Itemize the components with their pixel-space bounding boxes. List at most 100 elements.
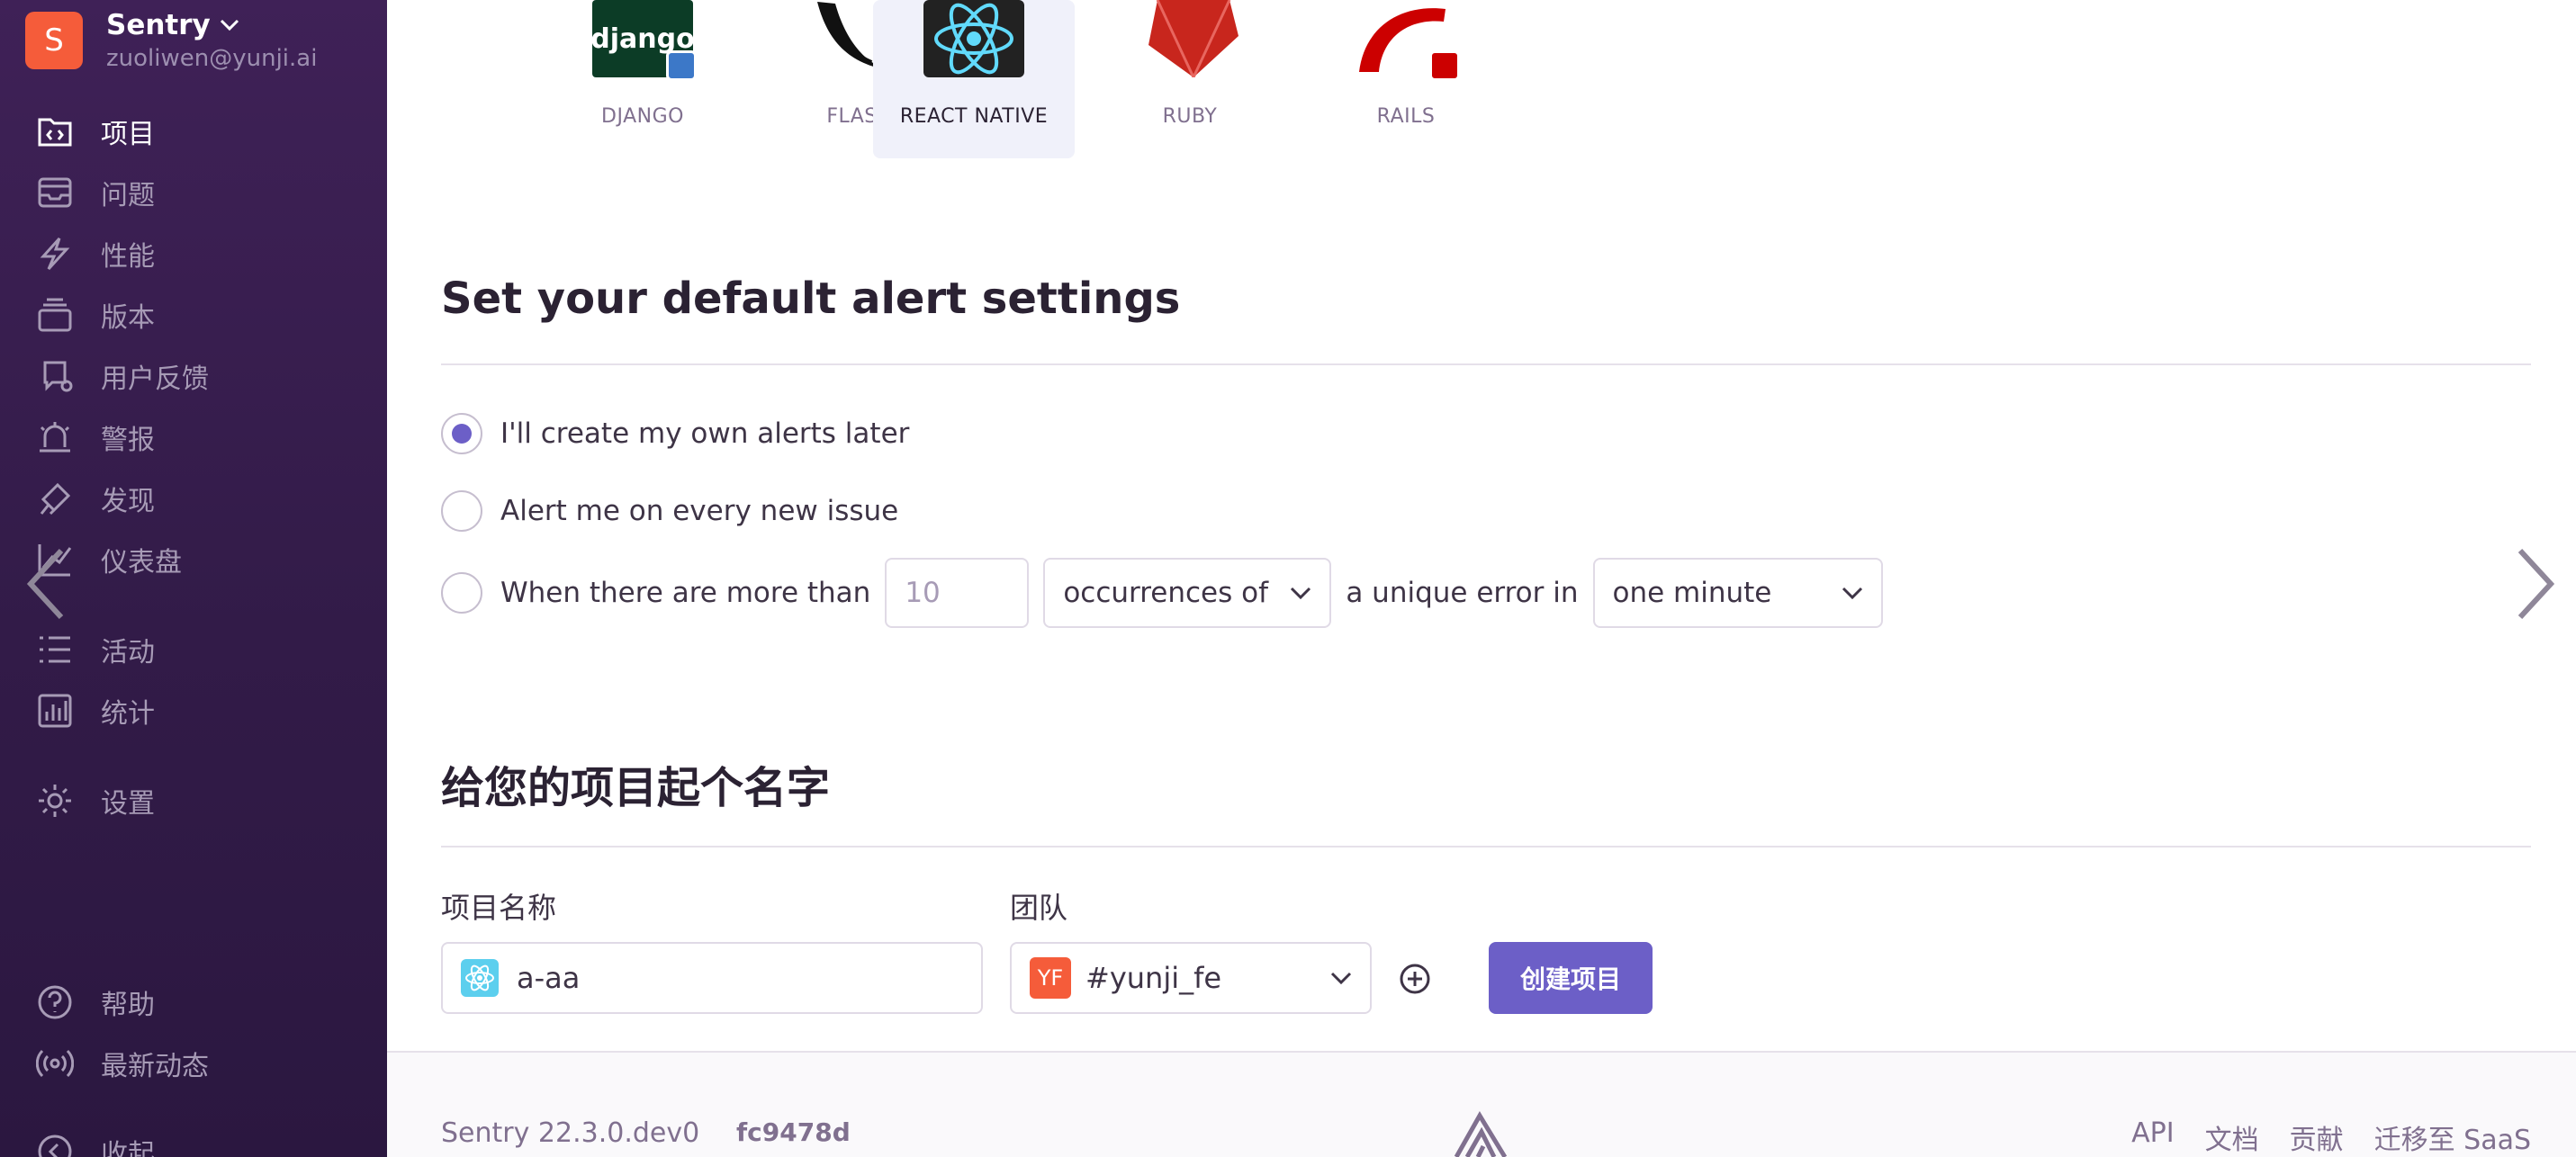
sidebar-item-help[interactable]: 帮助 bbox=[34, 977, 155, 1027]
chevron-left-icon[interactable] bbox=[20, 543, 74, 624]
alert-option-label: When there are more than bbox=[500, 577, 871, 609]
collapse-icon bbox=[34, 1131, 76, 1157]
metric-select[interactable]: occurrences of bbox=[1043, 558, 1332, 628]
sidebar-item-label: 设置 bbox=[101, 788, 155, 820]
footer-link-migrate[interactable]: 迁移至 SaaS bbox=[2374, 1117, 2531, 1157]
ruby-logo bbox=[1139, 0, 1240, 78]
team-select[interactable]: YF #yunji_fe bbox=[1010, 942, 1372, 1014]
sidebar-item-whats-new[interactable]: 最新动态 bbox=[34, 1038, 209, 1089]
projects-icon bbox=[34, 111, 76, 152]
chevron-down-icon bbox=[1330, 972, 1352, 984]
team-select-value: #yunji_fe bbox=[1085, 961, 1222, 995]
footer-version: Sentry 22.3.0.dev0 bbox=[441, 1117, 700, 1149]
project-name-value: a-aa bbox=[517, 961, 581, 995]
threshold-input[interactable]: 10 bbox=[885, 558, 1030, 628]
sentry-logo-icon bbox=[1454, 1111, 1508, 1157]
footer-hash[interactable]: fc9478d bbox=[736, 1117, 851, 1147]
team-avatar: YF bbox=[1030, 957, 1071, 999]
divider bbox=[441, 363, 2531, 365]
sidebar-item-label: 收起 bbox=[101, 1139, 155, 1157]
platform-label: RUBY bbox=[1162, 105, 1218, 128]
sidebar-item-label: 最新动态 bbox=[101, 1051, 209, 1082]
sidebar-item-releases[interactable]: 版本 bbox=[34, 290, 155, 340]
chevron-down-icon bbox=[1842, 587, 1862, 599]
sidebar-item-label: 项目 bbox=[101, 119, 155, 150]
platform-ruby[interactable]: RUBY bbox=[1089, 0, 1291, 158]
sidebar-item-label: 警报 bbox=[101, 425, 155, 456]
alert-option-label: Alert me on every new issue bbox=[500, 495, 899, 527]
sidebar-item-label: 活动 bbox=[101, 637, 155, 668]
rails-logo bbox=[1356, 0, 1460, 81]
sidebar-item-label: 问题 bbox=[101, 180, 155, 211]
footer-links: API 文档 贡献 迁移至 SaaS bbox=[2101, 1117, 2531, 1157]
performance-icon bbox=[34, 233, 76, 274]
platform-label: RAILS bbox=[1376, 105, 1436, 128]
settings-icon bbox=[34, 780, 76, 821]
sidebar-item-issues[interactable]: 问题 bbox=[34, 167, 155, 218]
alert-settings-title: Set your default alert settings bbox=[441, 274, 1181, 324]
add-team-icon[interactable] bbox=[1399, 963, 1431, 995]
project-name-title: 给您的项目起个名字 bbox=[441, 763, 831, 813]
alert-option-later[interactable]: I'll create my own alerts later bbox=[441, 413, 909, 454]
chevron-down-icon bbox=[220, 19, 239, 31]
react-icon bbox=[461, 959, 499, 997]
help-icon bbox=[34, 982, 76, 1023]
interval-select[interactable]: one minute bbox=[1592, 558, 1883, 628]
org-name: Sentry bbox=[106, 9, 211, 41]
alert-option-every-issue[interactable]: Alert me on every new issue bbox=[441, 490, 898, 532]
radio-button[interactable] bbox=[441, 572, 482, 614]
rails-badge-icon bbox=[1429, 50, 1460, 81]
create-project-button[interactable]: 创建项目 bbox=[1489, 942, 1653, 1014]
org-switcher[interactable]: S Sentry zuoliwen@yunji.ai bbox=[25, 9, 317, 72]
issues-icon bbox=[34, 172, 76, 213]
sidebar-item-alerts[interactable]: 警报 bbox=[34, 412, 155, 462]
sidebar-item-stats[interactable]: 统计 bbox=[34, 686, 155, 736]
user-feedback-icon bbox=[34, 355, 76, 397]
sidebar-item-activity[interactable]: 活动 bbox=[34, 624, 155, 675]
sidebar-item-label: 统计 bbox=[101, 698, 155, 730]
sidebar-item-label: 发现 bbox=[101, 486, 155, 517]
org-avatar: S bbox=[25, 12, 83, 69]
platform-react-native[interactable]: REACT NATIVE bbox=[873, 0, 1075, 158]
sidebar-item-label: 用户反馈 bbox=[101, 363, 209, 395]
sidebar-item-settings[interactable]: 设置 bbox=[34, 776, 155, 826]
platform-label: REACT NATIVE bbox=[899, 105, 1049, 128]
sidebar-item-label: 仪表盘 bbox=[101, 547, 182, 578]
releases-icon bbox=[34, 294, 76, 336]
sidebar-item-label: 性能 bbox=[101, 241, 155, 273]
sidebar-item-performance[interactable]: 性能 bbox=[34, 229, 155, 279]
sidebar-item-label: 版本 bbox=[101, 302, 155, 334]
radio-button[interactable] bbox=[441, 413, 482, 454]
footer-link-api[interactable]: API bbox=[2131, 1117, 2174, 1157]
react-logo bbox=[923, 0, 1024, 77]
broadcast-icon bbox=[34, 1043, 76, 1084]
sidebar-item-projects[interactable]: 项目 bbox=[34, 106, 155, 157]
django-logo: django bbox=[590, 0, 697, 81]
interval-select-value: one minute bbox=[1612, 577, 1772, 609]
footer-link-docs[interactable]: 文档 bbox=[2205, 1117, 2259, 1157]
alerts-icon bbox=[34, 417, 76, 458]
footer-link-contribute[interactable]: 贡献 bbox=[2290, 1117, 2344, 1157]
sidebar-item-collapse[interactable]: 收起 bbox=[34, 1126, 155, 1157]
user-email: zuoliwen@yunji.ai bbox=[106, 45, 318, 72]
footer: Sentry 22.3.0.dev0 fc9478d API 文档 贡献 迁移至… bbox=[387, 1051, 2576, 1157]
activity-icon bbox=[34, 629, 76, 670]
project-name-label: 项目名称 bbox=[441, 891, 557, 925]
platform-label: DJANGO bbox=[601, 105, 684, 128]
divider bbox=[441, 846, 2531, 848]
radio-button[interactable] bbox=[441, 490, 482, 532]
discover-icon bbox=[34, 478, 76, 519]
sidebar-item-label: 帮助 bbox=[101, 990, 155, 1021]
sidebar-item-discover[interactable]: 发现 bbox=[34, 473, 155, 524]
chevron-down-icon bbox=[1291, 587, 1311, 599]
platform-django[interactable]: django DJANGO bbox=[542, 0, 743, 158]
project-name-input[interactable]: a-aa bbox=[441, 942, 983, 1014]
platform-rails[interactable]: RAILS bbox=[1305, 0, 1507, 158]
main-content: django DJANGO FLASK REACT NATIVE RUBY RA… bbox=[387, 0, 2576, 1157]
team-label: 团队 bbox=[1010, 891, 1068, 925]
alert-option-threshold[interactable]: When there are more than 10 occurrences … bbox=[441, 558, 1883, 628]
sidebar-item-user-feedback[interactable]: 用户反馈 bbox=[34, 351, 209, 401]
python-icon bbox=[666, 50, 697, 81]
alert-option-label: I'll create my own alerts later bbox=[500, 417, 910, 450]
alert-middle-text: a unique error in bbox=[1346, 577, 1579, 609]
